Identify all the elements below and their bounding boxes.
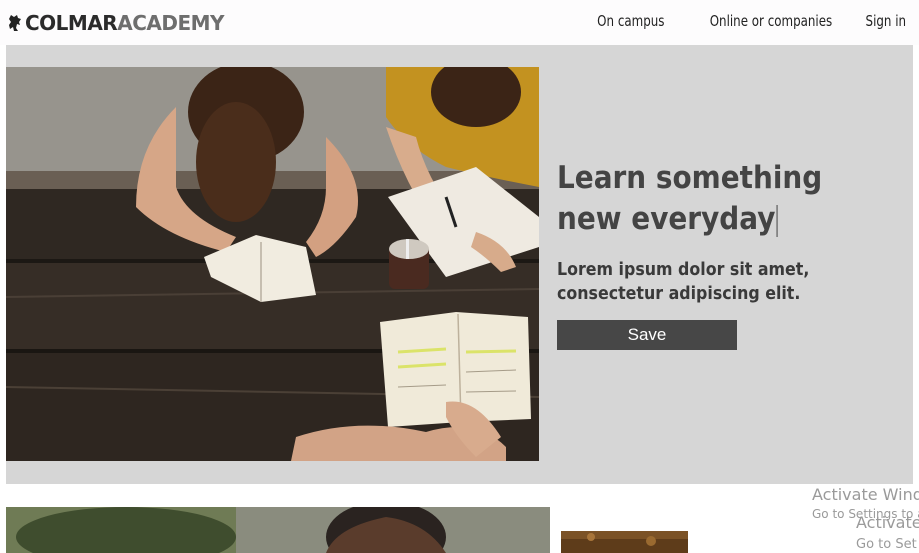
hero-headline-line2-text: new everyday — [557, 201, 776, 237]
nav-link-online-companies[interactable]: Online or companies — [709, 12, 832, 30]
text-cursor — [776, 204, 778, 237]
hero-section: Learn something new everyday Lorem ipsum… — [6, 45, 913, 484]
logo-text-primary: COLMAR — [25, 11, 118, 35]
nav-link-on-campus[interactable]: On campus — [597, 12, 664, 30]
feature-image-1 — [6, 507, 550, 553]
logo-text: COLMARACADEMY — [25, 11, 225, 35]
save-button[interactable]: Save — [557, 320, 737, 350]
hero-text-block: Learn something new everyday Lorem ipsum… — [557, 158, 852, 306]
logo-text-secondary: ACADEMY — [117, 11, 225, 35]
hero-headline: Learn something new everyday — [557, 158, 822, 240]
top-navbar: COLMARACADEMY On campus Online or compan… — [0, 0, 919, 45]
hero-subtext-line1: Lorem ipsum dolor sit amet, — [557, 259, 810, 280]
hero-headline-line2: new everyday — [557, 199, 822, 240]
activate-windows-title: Activate Wind — [812, 485, 919, 504]
hero-subtext: Lorem ipsum dolor sit amet, consectetur … — [557, 258, 816, 306]
lion-icon — [8, 14, 22, 32]
main-nav: On campus Online or companies Sign in — [588, 12, 906, 30]
activate-windows-subtitle-2: Go to Set — [856, 537, 917, 552]
hero-subtext-line2: consectetur adipiscing elit. — [557, 283, 801, 304]
hero-image — [6, 67, 539, 461]
activate-windows-title-2: Activate — [856, 513, 919, 532]
nav-link-sign-in[interactable]: Sign in — [865, 12, 906, 30]
logo[interactable]: COLMARACADEMY — [8, 10, 225, 36]
hero-headline-line1: Learn something — [557, 160, 823, 196]
feature-image-2 — [561, 531, 688, 553]
